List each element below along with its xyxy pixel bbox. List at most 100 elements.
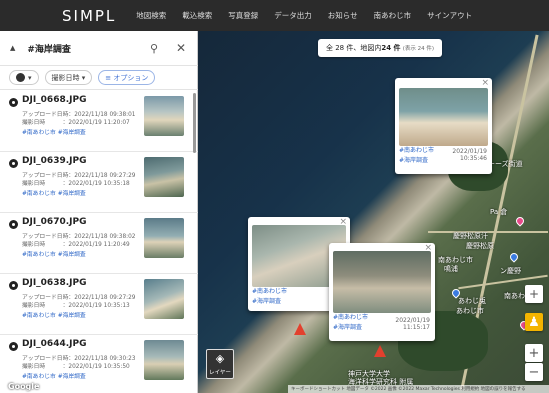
tag-link[interactable]: #南あわじ市 [22,252,56,258]
close-icon[interactable]: × [424,243,432,253]
file-name[interactable]: DJI_0668.JPG [22,95,86,105]
nav-news[interactable]: お知らせ [328,10,358,21]
photo-thumbnail[interactable] [399,88,488,146]
tag-link[interactable]: #南あわじ市 [22,374,56,380]
search-query[interactable]: #海岸調査 [27,42,150,55]
shot-label: 撮影日時 [22,364,46,370]
photo-popup[interactable]: × #南あわじ市 #海岸調査 2022/01/19 10:35:46 [395,78,492,174]
camera-icon [9,98,18,107]
nav-sign-out[interactable]: サインアウト [427,10,472,21]
result-count: 全 28 件、地図内24 件 (表示 24 件) [318,39,443,57]
tag-link[interactable]: #南あわじ市 [22,130,56,136]
shot-meta: 撮影日時 ：2022/01/19 10:35:18 [22,181,130,187]
map-label: 慶野松原 [466,242,494,250]
photo-thumbnail[interactable] [144,279,184,319]
list-item[interactable]: DJI_0639.JPG アップロード日時：2022/11/18 09:27:2… [0,152,198,213]
photo-thumbnail[interactable] [144,157,184,197]
photo-direction-arrow[interactable] [294,323,306,335]
count-suffix: (表示 24 件) [402,46,435,52]
nav-photo-register[interactable]: 写真登録 [228,10,258,21]
chevron-down-icon: ▾ [28,73,32,82]
shot-meta: 撮影日時 ：2022/01/19 10:35:50 [22,364,130,370]
nav-filter-search[interactable]: 載込検索 [182,10,212,21]
shot-label: 撮影日時 [22,120,46,126]
close-icon[interactable]: × [481,78,489,88]
tag-row: #南あわじ市 #海岸調査 [22,310,86,319]
sort-chip[interactable]: 撮影日時 ▾ [44,70,93,85]
popup-time-value: 11:15:17 [403,324,430,331]
results-sidebar: ▲ #海岸調査 ⚲ ✕ ▾ 撮影日時 ▾ ≡ オプション DJI_0668.JP… [0,31,198,393]
tag-row: #南あわじ市 #海岸調査 [22,188,86,197]
map-attribution[interactable]: キーボードショートカット 地図データ ©2022 画像 ©2022 Maxar … [288,385,549,393]
zoom-in-button[interactable]: + [525,344,543,362]
popup-date: 2022/01/19 11:15:17 [395,317,430,331]
zoom-out-button[interactable]: − [525,363,543,381]
tag-link[interactable]: #海岸調査 [58,130,86,136]
close-icon[interactable]: × [339,217,347,227]
tag-link[interactable]: #南あわじ市 [22,313,56,319]
shot-meta: 撮影日時 ：2022/01/19 11:20:07 [22,120,130,126]
shot-value: 2022/01/19 11:20:49 [68,242,130,248]
top-bar: SIMPL 地図検索 載込検索 写真登録 データ出力 お知らせ 南あわじ市 サイ… [0,0,549,31]
photo-popup[interactable]: × #南あわじ市 #海岸調査 2022/01/19 11:15:17 [329,243,435,341]
tag-row: #南あわじ市 #海岸調査 [22,127,86,136]
camera-filter-chip[interactable]: ▾ [9,70,39,85]
collapse-icon[interactable]: ▲ [10,44,15,52]
tag-link[interactable]: #海岸調査 [58,191,86,197]
count-visible: 24 件 [381,44,401,52]
shot-label: 撮影日時 [22,181,46,187]
file-name[interactable]: DJI_0670.JPG [22,217,86,227]
sort-label: 撮影日時 [51,73,80,82]
map-label: 鳴浦 [444,265,458,273]
camera-icon [9,159,18,168]
photo-thumbnail[interactable] [333,251,431,313]
nav-map-search[interactable]: 地図検索 [136,10,166,21]
nav-data-export[interactable]: データ出力 [274,10,312,21]
tag-link[interactable]: #海岸調査 [58,374,86,380]
map-label: Pa 倉 [490,208,508,216]
map-label: あわじ市 [456,307,484,315]
count-prefix: 全 28 件、地図内 [326,44,382,52]
photo-list: DJI_0668.JPG アップロード日時：2022/11/18 09:38:0… [0,91,198,393]
shot-meta: 撮影日時 ：2022/01/19 10:35:13 [22,303,130,309]
photo-thumbnail[interactable] [144,340,184,380]
search-icon[interactable]: ⚲ [150,42,164,55]
popup-date-value: 2022/01/19 [452,148,487,155]
shot-label: 撮影日時 [22,303,46,309]
tag-link[interactable]: #海岸調査 [58,313,86,319]
sliders-icon: ≡ [105,73,112,82]
street-view-pegman-icon[interactable]: ♟ [525,313,543,331]
list-item[interactable]: DJI_0670.JPG アップロード日時：2022/11/18 09:38:0… [0,213,198,274]
map-label: 慶野松原汗 [453,232,488,240]
search-bar: ▲ #海岸調査 ⚲ ✕ [0,31,198,66]
filter-bar: ▾ 撮影日時 ▾ ≡ オプション [0,66,198,90]
list-item[interactable]: DJI_0638.JPG アップロード日時：2022/11/18 09:27:2… [0,274,198,335]
close-icon[interactable]: ✕ [176,41,190,55]
photo-direction-arrow[interactable] [374,345,386,357]
main-nav: 地図検索 載込検索 写真登録 データ出力 お知らせ 南あわじ市 サインアウト [136,10,472,21]
file-name[interactable]: DJI_0639.JPG [22,156,86,166]
map-marker[interactable] [508,251,520,263]
file-name[interactable]: DJI_0644.JPG [22,339,86,349]
option-chip[interactable]: ≡ オプション [98,70,156,85]
file-name[interactable]: DJI_0638.JPG [22,278,86,288]
list-scrollbar[interactable] [193,93,196,153]
list-item[interactable]: DJI_0668.JPG アップロード日時：2022/11/18 09:38:0… [0,91,198,152]
tag-link[interactable]: #海岸調査 [58,252,86,258]
app-logo[interactable]: SIMPL [62,7,116,25]
tag-link[interactable]: #南あわじ市 [22,191,56,197]
layer-label: レイヤー [209,370,231,376]
popup-date-value: 2022/01/19 [395,317,430,324]
camera-icon [16,73,25,82]
fullscreen-icon[interactable]: + [525,285,543,303]
photo-thumbnail[interactable] [144,218,184,258]
shot-label: 撮影日時 [22,242,46,248]
shot-value: 2022/01/19 10:35:50 [68,364,130,370]
camera-icon [9,220,18,229]
photo-thumbnail[interactable] [144,96,184,136]
map-marker[interactable] [514,215,526,227]
google-logo: Google [8,382,40,391]
nav-organization[interactable]: 南あわじ市 [374,10,412,21]
layer-button[interactable]: ◈ レイヤー [206,349,234,379]
map-view[interactable]: 全 28 件、地図内24 件 (表示 24 件) ーーズ街道 慶野松原汗 慶野松… [198,31,549,393]
